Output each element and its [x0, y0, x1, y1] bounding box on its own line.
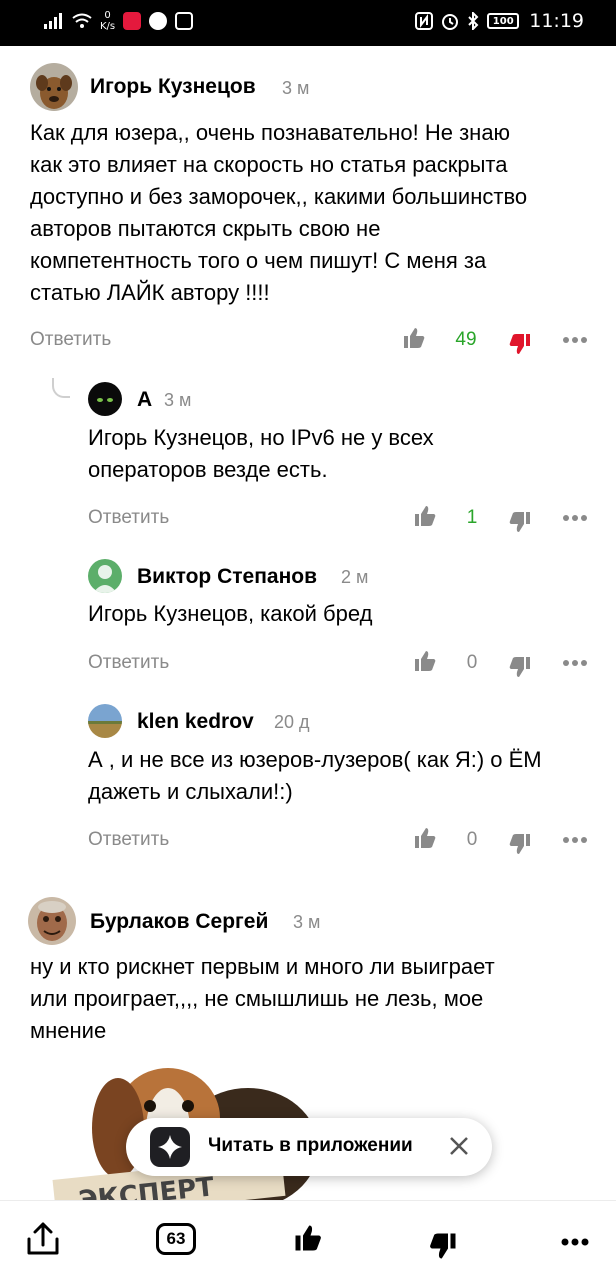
app-notification-icon: [123, 12, 142, 30]
author-name[interactable]: Виктор Степанов: [137, 565, 317, 589]
reply-button[interactable]: Ответить: [88, 652, 169, 674]
like-icon[interactable]: [413, 649, 437, 673]
comment-time: 3 м: [282, 78, 310, 98]
comment-time: 3 м: [164, 390, 192, 410]
wifi-icon: [72, 13, 92, 28]
like-count: 49: [455, 329, 477, 350]
share-icon[interactable]: [26, 1221, 60, 1257]
bottom-toolbar: 63: [0, 1200, 616, 1280]
more-icon[interactable]: [562, 514, 588, 522]
dislike-icon[interactable]: [508, 655, 532, 679]
author-name[interactable]: Игорь Кузнецов: [90, 75, 256, 99]
more-icon[interactable]: [562, 659, 588, 667]
comment-time: 2 м: [341, 567, 369, 587]
comment-text: Игорь Кузнецов, какой бред: [88, 601, 373, 626]
avatar[interactable]: [28, 897, 76, 945]
dislike-icon[interactable]: [508, 832, 532, 856]
reply-button[interactable]: Ответить: [88, 829, 169, 851]
alarm-icon: [442, 14, 459, 30]
reply-button[interactable]: Ответить: [88, 507, 169, 529]
author-name[interactable]: klen kedrov: [137, 710, 254, 734]
reply-button[interactable]: Ответить: [30, 329, 111, 351]
comment-text: Как для юзера,, очень познавательно! Не …: [30, 120, 528, 305]
more-icon[interactable]: [562, 336, 588, 344]
open-in-app-banner[interactable]: Читать в приложении: [126, 1118, 492, 1176]
author-name[interactable]: А: [137, 388, 152, 412]
like-count: 0: [466, 652, 478, 673]
battery-icon: 100: [487, 13, 520, 29]
avatar[interactable]: [88, 559, 122, 593]
signal-icon: [44, 13, 62, 29]
like-icon[interactable]: [402, 326, 426, 350]
comment-time: 3 м: [293, 912, 321, 932]
dislike-icon[interactable]: [508, 510, 532, 534]
clock: 11:19: [529, 10, 584, 32]
close-icon[interactable]: [448, 1135, 470, 1157]
like-count: 1: [466, 507, 478, 528]
like-icon[interactable]: [293, 1223, 323, 1253]
status-bar: 0 K/s 100 11:19: [0, 0, 616, 46]
mail-icon: [175, 12, 194, 30]
comment-text: ну и кто рискнет первым и много ли выигр…: [30, 954, 495, 1043]
nfc-icon: [415, 12, 434, 30]
comment-text: Игорь Кузнецов, но IPv6 не у всех операт…: [88, 425, 434, 482]
more-icon[interactable]: [560, 1237, 590, 1247]
comments-count-button[interactable]: 63: [156, 1223, 196, 1255]
thread-connector: [52, 378, 70, 398]
comment-text: А , и не все из юзеров-лузеров( как Я:) …: [88, 747, 542, 804]
dislike-icon[interactable]: [508, 332, 532, 356]
more-icon[interactable]: [562, 836, 588, 844]
avatar[interactable]: [30, 63, 78, 111]
author-name[interactable]: Бурлаков Сергей: [90, 910, 268, 934]
open-in-app-label[interactable]: Читать в приложении: [208, 1135, 413, 1157]
like-count: 0: [466, 829, 478, 850]
dislike-icon[interactable]: [428, 1231, 458, 1261]
comment-time: 20 д: [274, 712, 310, 732]
app-logo-icon: [150, 1127, 190, 1167]
bluetooth-icon: [468, 12, 479, 30]
avatar[interactable]: [88, 382, 122, 416]
avatar[interactable]: [88, 704, 122, 738]
net-speed: 0 K/s: [100, 10, 116, 32]
like-icon[interactable]: [413, 826, 437, 850]
facebook-icon: [149, 12, 168, 30]
like-icon[interactable]: [413, 504, 437, 528]
